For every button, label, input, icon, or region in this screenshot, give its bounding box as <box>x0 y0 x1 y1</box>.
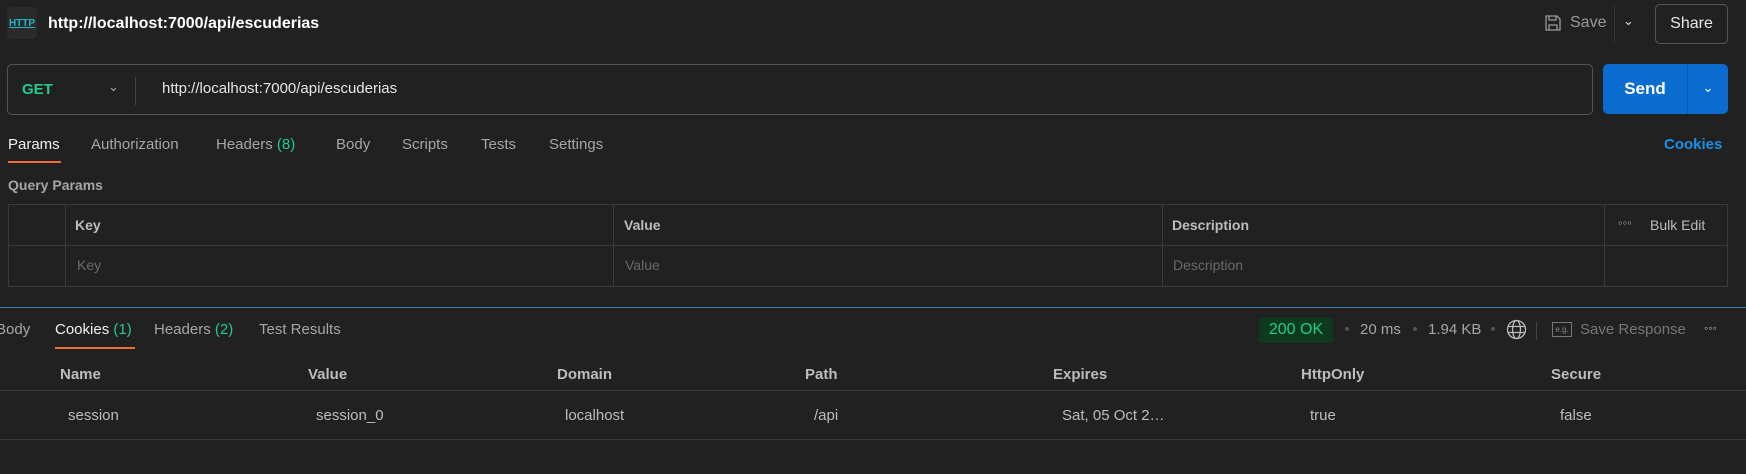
response-time[interactable]: 20 ms <box>1360 321 1401 338</box>
divider <box>0 390 1746 391</box>
divider <box>1162 205 1163 286</box>
cookie-value: session_0 <box>316 407 384 424</box>
separator-dot <box>1345 327 1349 331</box>
status-badge[interactable]: 200 OK <box>1259 317 1333 343</box>
cookie-secure: false <box>1560 407 1592 424</box>
tab-tests[interactable]: Tests <box>481 136 516 153</box>
send-button[interactable]: Send ⌄ <box>1603 64 1728 114</box>
query-params-title: Query Params <box>8 177 103 193</box>
active-tab-indicator <box>8 161 61 163</box>
count-badge: (2) <box>214 321 234 338</box>
example-icon: e.g. <box>1552 322 1572 337</box>
count-badge: (1) <box>113 321 132 338</box>
tab-authorization[interactable]: Authorization <box>91 136 179 153</box>
response-tab-cookies[interactable]: Cookies (1) <box>55 321 132 338</box>
description-input[interactable]: Description <box>1173 257 1243 273</box>
method-select[interactable]: GET <box>22 81 53 98</box>
chevron-down-icon[interactable]: ⌄ <box>108 79 119 95</box>
active-tab-indicator <box>55 347 135 349</box>
divider <box>65 205 66 286</box>
column-header-domain: Domain <box>557 366 613 383</box>
column-header-path: Path <box>805 366 838 383</box>
cookie-name: session <box>68 407 119 424</box>
divider <box>1536 322 1537 340</box>
column-header-secure: Secure <box>1551 366 1602 383</box>
response-tab-headers[interactable]: Headers (2) <box>154 321 233 338</box>
cookie-path: /api <box>814 407 839 424</box>
divider <box>0 439 1746 440</box>
response-tab-test-results[interactable]: Test Results <box>259 321 341 338</box>
tab-headers[interactable]: Headers (8) <box>216 136 295 153</box>
key-input[interactable]: Key <box>77 257 101 273</box>
url-bar: GET ⌄ http://localhost:7000/api/escuderi… <box>7 64 1593 115</box>
tab-label: Cookies <box>55 321 110 338</box>
pane-resize-handle[interactable] <box>0 307 1746 308</box>
tab-scripts[interactable]: Scripts <box>402 136 448 153</box>
column-header-key: Key <box>75 217 101 233</box>
cookies-link[interactable]: Cookies <box>1664 136 1722 153</box>
send-label[interactable]: Send <box>1603 79 1687 99</box>
tab-settings[interactable]: Settings <box>549 136 603 153</box>
value-input[interactable]: Value <box>625 257 660 273</box>
more-options-icon[interactable]: ◦◦◦ <box>1704 321 1717 335</box>
cookie-expires: Sat, 05 Oct 2… <box>1062 407 1165 424</box>
cookie-httponly: true <box>1310 407 1336 424</box>
send-options-chevron-down-icon[interactable]: ⌄ <box>1688 80 1728 96</box>
count-badge: (8) <box>276 136 296 153</box>
cookie-domain: localhost <box>565 407 625 424</box>
tab-params[interactable]: Params <box>8 136 60 153</box>
globe-icon[interactable] <box>1506 319 1527 340</box>
more-options-icon[interactable]: ◦◦◦ <box>1618 215 1632 230</box>
divider <box>613 205 614 286</box>
divider <box>9 245 1727 246</box>
response-tab-body[interactable]: Body <box>0 321 30 338</box>
divider <box>1614 5 1615 43</box>
column-header-value: Value <box>308 366 348 383</box>
tab-label: Headers <box>154 321 211 338</box>
url-input[interactable]: http://localhost:7000/api/escuderias <box>162 80 397 97</box>
save-options-chevron-down-icon[interactable]: ⌄ <box>1623 13 1634 29</box>
column-header-httponly: HttpOnly <box>1301 366 1365 383</box>
save-label: Save <box>1570 14 1607 31</box>
share-button[interactable]: Share <box>1655 4 1728 44</box>
separator-dot <box>1413 327 1417 331</box>
query-params-table: Key Value Description ◦◦◦ Bulk Edit Key … <box>8 204 1728 287</box>
divider <box>1604 205 1605 286</box>
column-header-name: Name <box>60 366 101 383</box>
tab-body[interactable]: Body <box>336 136 370 153</box>
column-header-value: Value <box>624 217 661 233</box>
save-icon <box>1545 15 1561 31</box>
column-header-description: Description <box>1172 217 1250 233</box>
request-title[interactable]: http://localhost:7000/api/escuderias <box>48 15 319 33</box>
save-response-button[interactable]: Save Response <box>1580 321 1686 338</box>
response-size[interactable]: 1.94 KB <box>1428 321 1481 338</box>
bulk-edit-button[interactable]: Bulk Edit <box>1650 217 1705 233</box>
column-header-expires: Expires <box>1053 366 1108 383</box>
divider <box>135 77 136 105</box>
separator-dot <box>1491 327 1495 331</box>
save-button[interactable]: Save <box>1544 14 1606 32</box>
tab-label: Headers <box>216 136 273 153</box>
http-request-icon: HTTP <box>7 7 37 39</box>
